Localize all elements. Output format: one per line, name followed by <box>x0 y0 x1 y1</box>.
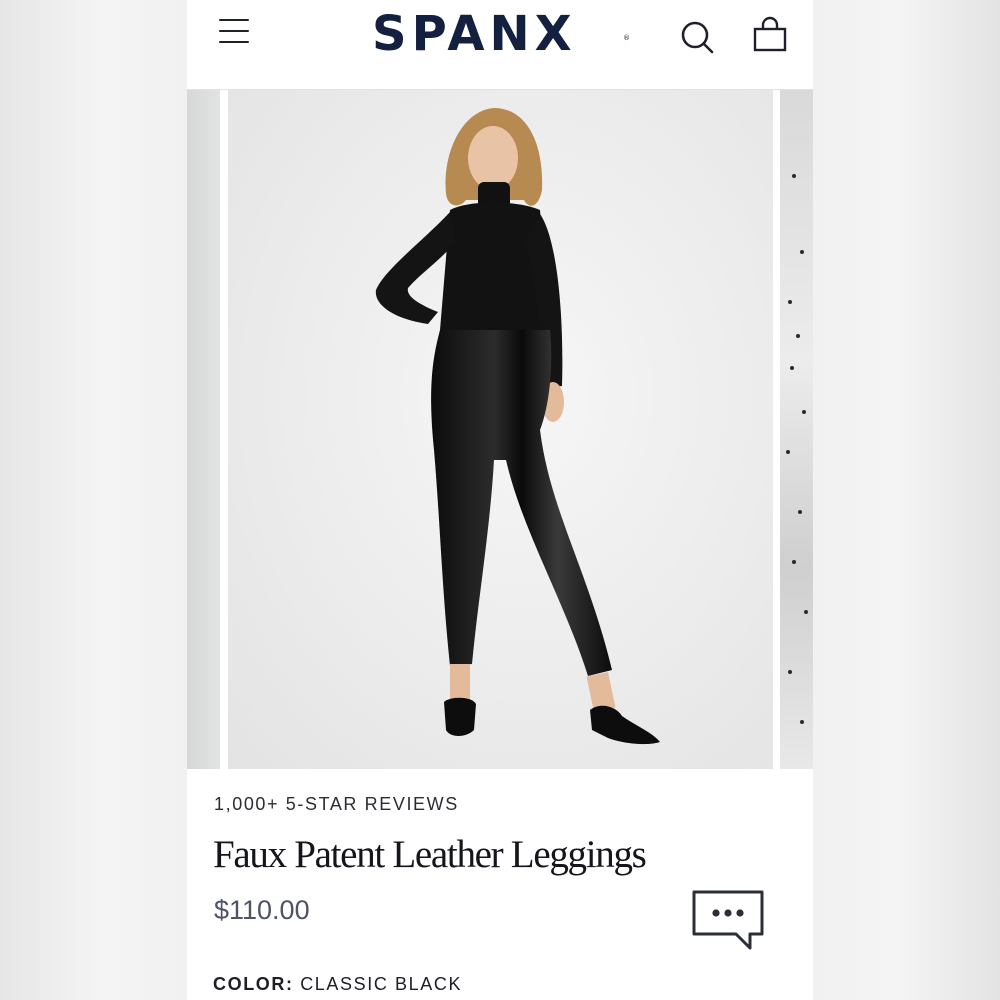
product-photo[interactable] <box>228 90 773 769</box>
selected-color: COLOR: CLASSIC BLACK <box>213 974 462 995</box>
chat-bubble-icon[interactable] <box>688 886 768 954</box>
search-icon[interactable] <box>678 18 718 58</box>
mobile-page: SPANX ® 1,000+ 5-STAR REVIEWS Faux Paten… <box>187 0 813 1000</box>
shopping-bag-icon[interactable] <box>752 16 788 56</box>
brand-name: SPANX <box>372 6 577 62</box>
model-wearing-leggings-image <box>375 108 660 745</box>
reviews-summary[interactable]: 1,000+ 5-STAR REVIEWS <box>214 794 459 815</box>
brand-logo[interactable]: SPANX ® <box>372 4 632 64</box>
previous-slide-peek[interactable] <box>187 90 220 769</box>
color-value: CLASSIC BLACK <box>300 974 463 994</box>
product-image-carousel[interactable] <box>187 90 813 769</box>
color-label: COLOR: <box>213 974 294 994</box>
brand-registered-mark: ® <box>623 34 630 42</box>
product-title: Faux Patent Leather Leggings <box>213 833 647 876</box>
next-slide-peek[interactable] <box>780 90 813 769</box>
menu-icon[interactable] <box>217 16 253 48</box>
site-header: SPANX ® <box>187 0 813 90</box>
product-price: $110.00 <box>214 895 310 925</box>
